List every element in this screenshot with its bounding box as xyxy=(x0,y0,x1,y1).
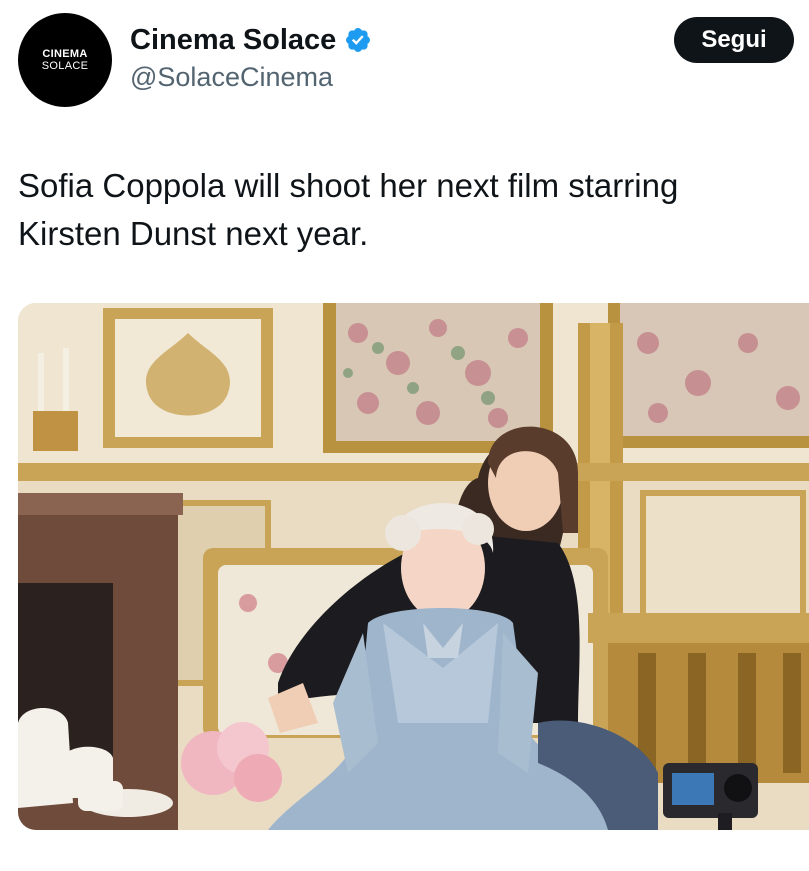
follow-button[interactable]: Segui xyxy=(674,17,794,63)
avatar-line-2: SOLACE xyxy=(41,59,89,72)
avatar-line-1: CINEMA xyxy=(42,47,88,60)
tweet-photo[interactable] xyxy=(18,303,809,830)
display-name[interactable]: Cinema Solace xyxy=(130,24,336,57)
verified-badge-icon xyxy=(346,28,371,52)
account-handle[interactable]: @SolaceCinema xyxy=(130,62,333,93)
name-row: Cinema Solace xyxy=(130,21,372,59)
photo-illustration xyxy=(18,303,809,830)
tweet-text: Sofia Coppola will shoot her next film s… xyxy=(18,167,679,252)
avatar[interactable]: CINEMA SOLACE xyxy=(18,13,112,107)
